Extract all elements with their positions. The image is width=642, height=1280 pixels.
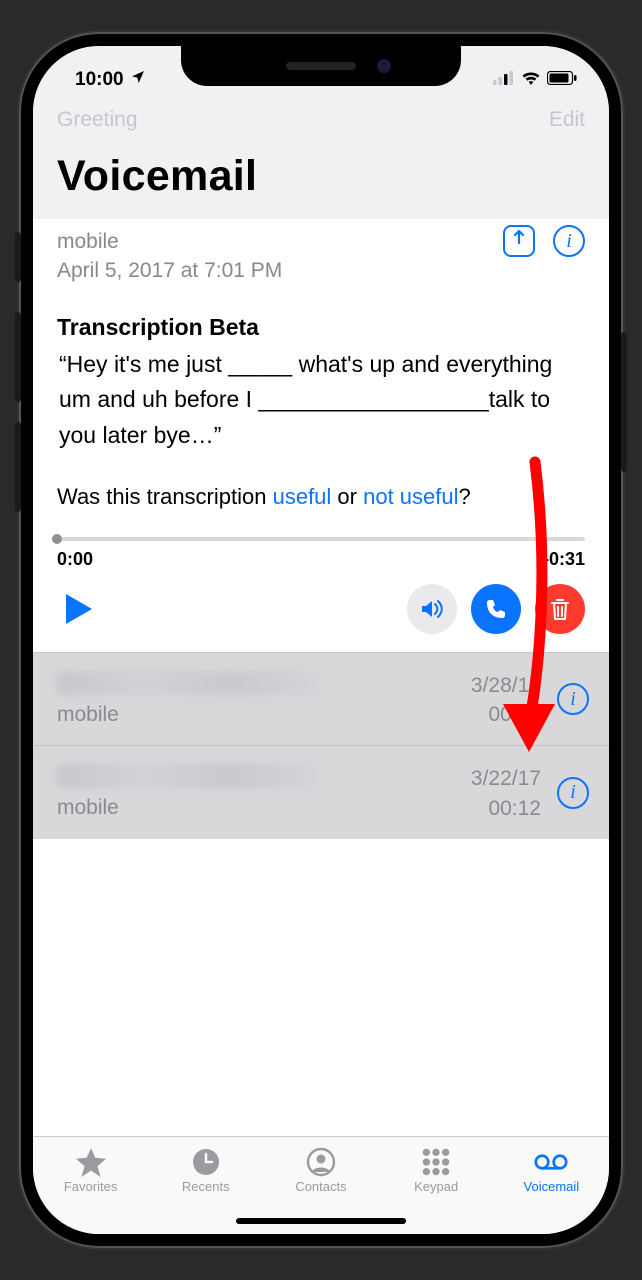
voicemail-caller-redacted [57,671,317,695]
scrubber-thumb[interactable] [52,534,62,544]
voicemail-row-date: 3/22/17 [471,764,541,793]
voicemail-datetime: April 5, 2017 at 7:01 PM [57,256,585,285]
voicemail-row[interactable]: mobile 3/28/17 00:05 i [33,652,609,746]
feedback-not-useful-link[interactable]: not useful [363,484,458,509]
tab-keypad[interactable]: Keypad [379,1147,494,1194]
volume-down-button [15,422,21,512]
contact-icon [304,1147,338,1177]
edit-button[interactable]: Edit [549,108,585,132]
transcription-title: Transcription Beta [57,314,585,341]
speaker-button[interactable] [407,584,457,634]
call-back-button[interactable] [471,584,521,634]
transcription-feedback: Was this transcription useful or not use… [57,480,585,513]
share-button[interactable] [503,225,535,257]
playback-remaining: –0:31 [539,549,585,570]
voicemail-caller-redacted [57,764,317,788]
power-button [621,332,627,472]
cellular-signal-icon [493,69,515,91]
voicemail-row[interactable]: mobile 3/22/17 00:12 i [33,745,609,839]
voicemail-detail: i mobile April 5, 2017 at 7:01 PM Transc… [33,219,609,652]
status-time: 10:00 [75,69,124,91]
feedback-text-q: ? [459,484,471,509]
voicemail-row-duration: 00:05 [471,700,541,729]
location-arrow-icon [130,69,146,91]
volume-up-button [15,312,21,402]
mute-switch [15,232,21,282]
voicemail-row-phone-type: mobile [57,796,471,820]
clock-icon [189,1147,223,1177]
tab-label: Contacts [295,1179,346,1194]
voicemail-icon [534,1147,568,1177]
star-icon [74,1147,108,1177]
transcription-body: “Hey it's me just _____ what's up and ev… [57,347,585,454]
home-indicator[interactable] [236,1218,406,1224]
tab-favorites[interactable]: Favorites [33,1147,148,1194]
screen: 10:00 [33,46,609,1234]
voicemail-row-duration: 00:12 [471,794,541,823]
page-title: Voicemail [33,152,609,207]
phone-frame: 10:00 [19,32,623,1248]
voicemail-list: mobile 3/28/17 00:05 i mobile 3/22/17 [33,652,609,840]
feedback-useful-link[interactable]: useful [273,484,332,509]
tab-contacts[interactable]: Contacts [263,1147,378,1194]
tab-recents[interactable]: Recents [148,1147,263,1194]
notch [181,46,461,86]
greeting-button[interactable]: Greeting [57,108,138,132]
tab-label: Voicemail [524,1179,580,1194]
wifi-icon [521,69,541,91]
delete-button[interactable] [535,584,585,634]
tab-label: Favorites [64,1179,117,1194]
voicemail-row-phone-type: mobile [57,703,471,727]
info-button[interactable]: i [557,777,589,809]
feedback-text-prefix: Was this transcription [57,484,273,509]
playback-elapsed: 0:00 [57,549,93,570]
info-button[interactable]: i [553,225,585,257]
voicemail-row-date: 3/28/17 [471,671,541,700]
tab-label: Recents [182,1179,230,1194]
battery-icon [547,69,577,91]
playback-scrubber[interactable]: 0:00 –0:31 [57,537,585,570]
info-button[interactable]: i [557,683,589,715]
feedback-text-or: or [331,484,363,509]
tab-voicemail[interactable]: Voicemail [494,1147,609,1194]
tab-bar: Favorites Recents Contacts [33,1136,609,1234]
play-button[interactable] [57,587,101,631]
tab-label: Keypad [414,1179,458,1194]
keypad-icon [419,1147,453,1177]
